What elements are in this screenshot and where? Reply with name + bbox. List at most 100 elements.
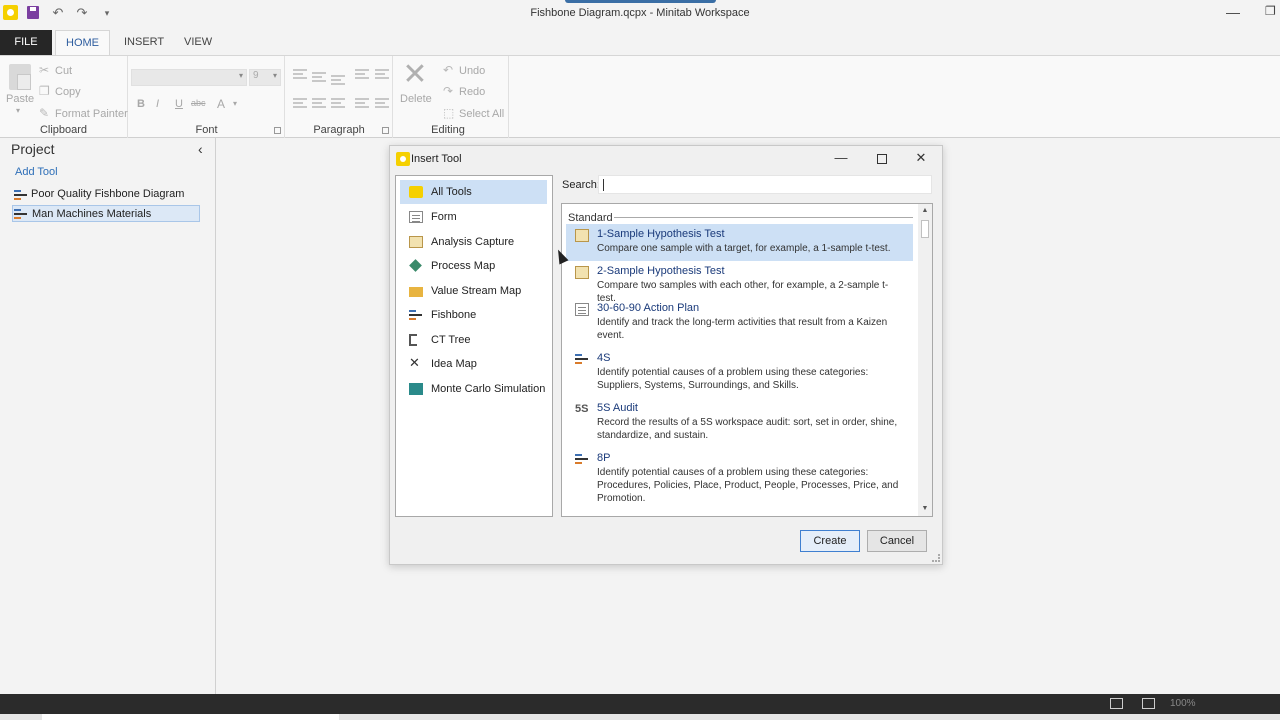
paste-button[interactable]: Paste xyxy=(6,93,34,105)
paragraph-group: Paragraph xyxy=(286,56,393,138)
project-item-label: Poor Quality Fishbone Diagram xyxy=(31,188,185,200)
align-bottom-icon[interactable] xyxy=(331,75,345,85)
strikethrough-button[interactable]: abc xyxy=(191,98,206,108)
project-item-poor-quality-fishbone[interactable]: Poor Quality Fishbone Diagram xyxy=(12,186,200,203)
search-input[interactable] xyxy=(598,175,932,194)
decrease-indent-icon[interactable] xyxy=(355,98,369,108)
status-bar: 100% xyxy=(0,694,1280,714)
normal-view-icon[interactable] xyxy=(1110,698,1123,709)
bold-button[interactable]: B xyxy=(137,98,145,110)
split-view-icon[interactable] xyxy=(1142,698,1155,709)
format-painter-button[interactable]: Format Painter xyxy=(55,108,128,120)
numbering-icon[interactable] xyxy=(375,69,389,79)
increase-indent-icon[interactable] xyxy=(375,98,389,108)
tool-list-scrollbar[interactable]: ▲ ▼ xyxy=(918,204,932,516)
font-size-combo[interactable]: 9 ▾ xyxy=(249,69,281,86)
underline-button[interactable]: U xyxy=(175,98,183,110)
fishbone-icon xyxy=(575,453,589,466)
tab-view[interactable]: VIEW xyxy=(174,30,222,55)
resize-grip-icon[interactable] xyxy=(932,554,940,562)
font-group: ▾ 9 ▾ B I U abc A ▾ Font xyxy=(129,56,285,138)
window-title: Fishbone Diagram.qcpx - Minitab Workspac… xyxy=(530,7,750,19)
cancel-button[interactable]: Cancel xyxy=(867,530,927,552)
font-dialog-launcher-icon[interactable] xyxy=(274,127,281,134)
align-left-icon[interactable] xyxy=(293,98,307,108)
scroll-up-icon[interactable]: ▲ xyxy=(918,204,932,218)
category-label: Fishbone xyxy=(431,309,477,321)
dialog-minimize-icon[interactable]: — xyxy=(833,150,849,166)
cut-button[interactable]: Cut xyxy=(55,65,72,77)
tool-name: 2-Sample Hypothesis Test xyxy=(597,265,725,277)
align-center-icon[interactable] xyxy=(312,98,326,108)
tool-8p[interactable]: 8P Identify potential causes of a proble… xyxy=(566,448,913,512)
category-process-map[interactable]: Process Map xyxy=(400,254,547,278)
fishbone-icon xyxy=(14,189,28,201)
dialog-maximize-icon[interactable] xyxy=(873,150,889,166)
tool-description: Identify potential causes of a problem u… xyxy=(597,467,899,504)
align-right-icon[interactable] xyxy=(331,98,345,108)
category-form[interactable]: Form xyxy=(400,205,547,229)
ribbon: Paste ▾ ✂ Cut ❐ Copy ✎ Format Painter Cl… xyxy=(0,55,1280,138)
tool-1-sample-hypothesis-test[interactable]: 1-Sample Hypothesis Test Compare one sam… xyxy=(566,224,913,261)
category-label: Monte Carlo Simulation xyxy=(431,383,546,395)
tool-30-60-90-action-plan[interactable]: 30-60-90 Action Plan Identify and track … xyxy=(566,298,913,348)
font-family-combo[interactable]: ▾ xyxy=(131,69,247,86)
ct-tree-icon xyxy=(409,334,417,346)
align-middle-icon[interactable] xyxy=(312,72,326,82)
copy-button[interactable]: Copy xyxy=(55,86,81,98)
bullets-icon[interactable] xyxy=(355,69,369,79)
font-size-value: 9 xyxy=(253,70,259,81)
tab-insert[interactable]: INSERT xyxy=(114,30,174,55)
paste-icon[interactable] xyxy=(9,64,31,90)
fishbone-icon xyxy=(575,353,589,366)
tool-4s[interactable]: 4S Identify potential causes of a proble… xyxy=(566,348,913,398)
dialog-title: Insert Tool xyxy=(411,153,462,165)
paste-dropdown-icon[interactable]: ▾ xyxy=(16,106,20,115)
tool-5s-audit[interactable]: 5S 5S Audit Record the results of a 5S w… xyxy=(566,398,913,448)
font-color-button[interactable]: A xyxy=(217,97,225,111)
category-analysis-capture[interactable]: Analysis Capture xyxy=(400,230,547,254)
category-label: Idea Map xyxy=(431,358,477,370)
tab-home[interactable]: HOME xyxy=(55,30,110,55)
create-button[interactable]: Create xyxy=(800,530,860,552)
tool-2-sample-hypothesis-test[interactable]: 2-Sample Hypothesis Test Compare two sam… xyxy=(566,261,913,304)
tab-file[interactable]: FILE xyxy=(0,30,52,55)
category-label: Value Stream Map xyxy=(431,285,522,297)
tool-description: Identify and track the long-term activit… xyxy=(597,317,888,341)
collapse-panel-icon[interactable]: ‹ xyxy=(198,141,203,157)
project-item-man-machines-materials[interactable]: Man Machines Materials xyxy=(12,205,200,222)
category-ct-tree[interactable]: CT Tree xyxy=(400,328,547,352)
process-map-icon xyxy=(409,259,422,272)
minimize-icon[interactable]: — xyxy=(1226,4,1240,20)
category-all-tools[interactable]: All Tools xyxy=(400,180,547,204)
category-idea-map[interactable]: ✕ Idea Map xyxy=(400,352,547,376)
title-accent-bar xyxy=(565,0,716,3)
font-color-dropdown-icon[interactable]: ▾ xyxy=(233,99,237,108)
tool-description: Record the results of a 5S workspace aud… xyxy=(597,417,898,441)
add-tool-link[interactable]: Add Tool xyxy=(15,166,58,178)
category-label: All Tools xyxy=(431,186,472,198)
project-item-label: Man Machines Materials xyxy=(32,208,152,220)
italic-button[interactable]: I xyxy=(156,98,159,110)
category-label: Form xyxy=(431,211,457,223)
tool-name: 1-Sample Hypothesis Test xyxy=(597,228,725,240)
select-all-button[interactable]: Select All xyxy=(459,108,504,120)
category-label: CT Tree xyxy=(431,334,471,346)
category-fishbone[interactable]: Fishbone xyxy=(400,303,547,327)
redo-ribbon-icon: ↷ xyxy=(443,84,454,98)
align-top-icon[interactable] xyxy=(293,69,307,79)
format-painter-icon: ✎ xyxy=(39,106,50,120)
category-value-stream-map[interactable]: Value Stream Map xyxy=(400,279,547,303)
dialog-close-icon[interactable]: ✕ xyxy=(913,150,929,166)
undo-button[interactable]: Undo xyxy=(459,65,485,77)
redo-button[interactable]: Redo xyxy=(459,86,485,98)
delete-button[interactable]: Delete xyxy=(400,93,432,105)
scroll-thumb[interactable] xyxy=(921,220,929,238)
minitab-dialog-icon xyxy=(396,152,410,166)
scroll-down-icon[interactable]: ▼ xyxy=(918,502,932,516)
category-monte-carlo[interactable]: Monte Carlo Simulation xyxy=(400,377,547,401)
editing-group-label: Editing xyxy=(431,124,465,136)
restore-icon[interactable]: ❐ xyxy=(1265,4,1276,18)
paragraph-dialog-launcher-icon[interactable] xyxy=(382,127,389,134)
section-header: Standard xyxy=(568,212,613,224)
